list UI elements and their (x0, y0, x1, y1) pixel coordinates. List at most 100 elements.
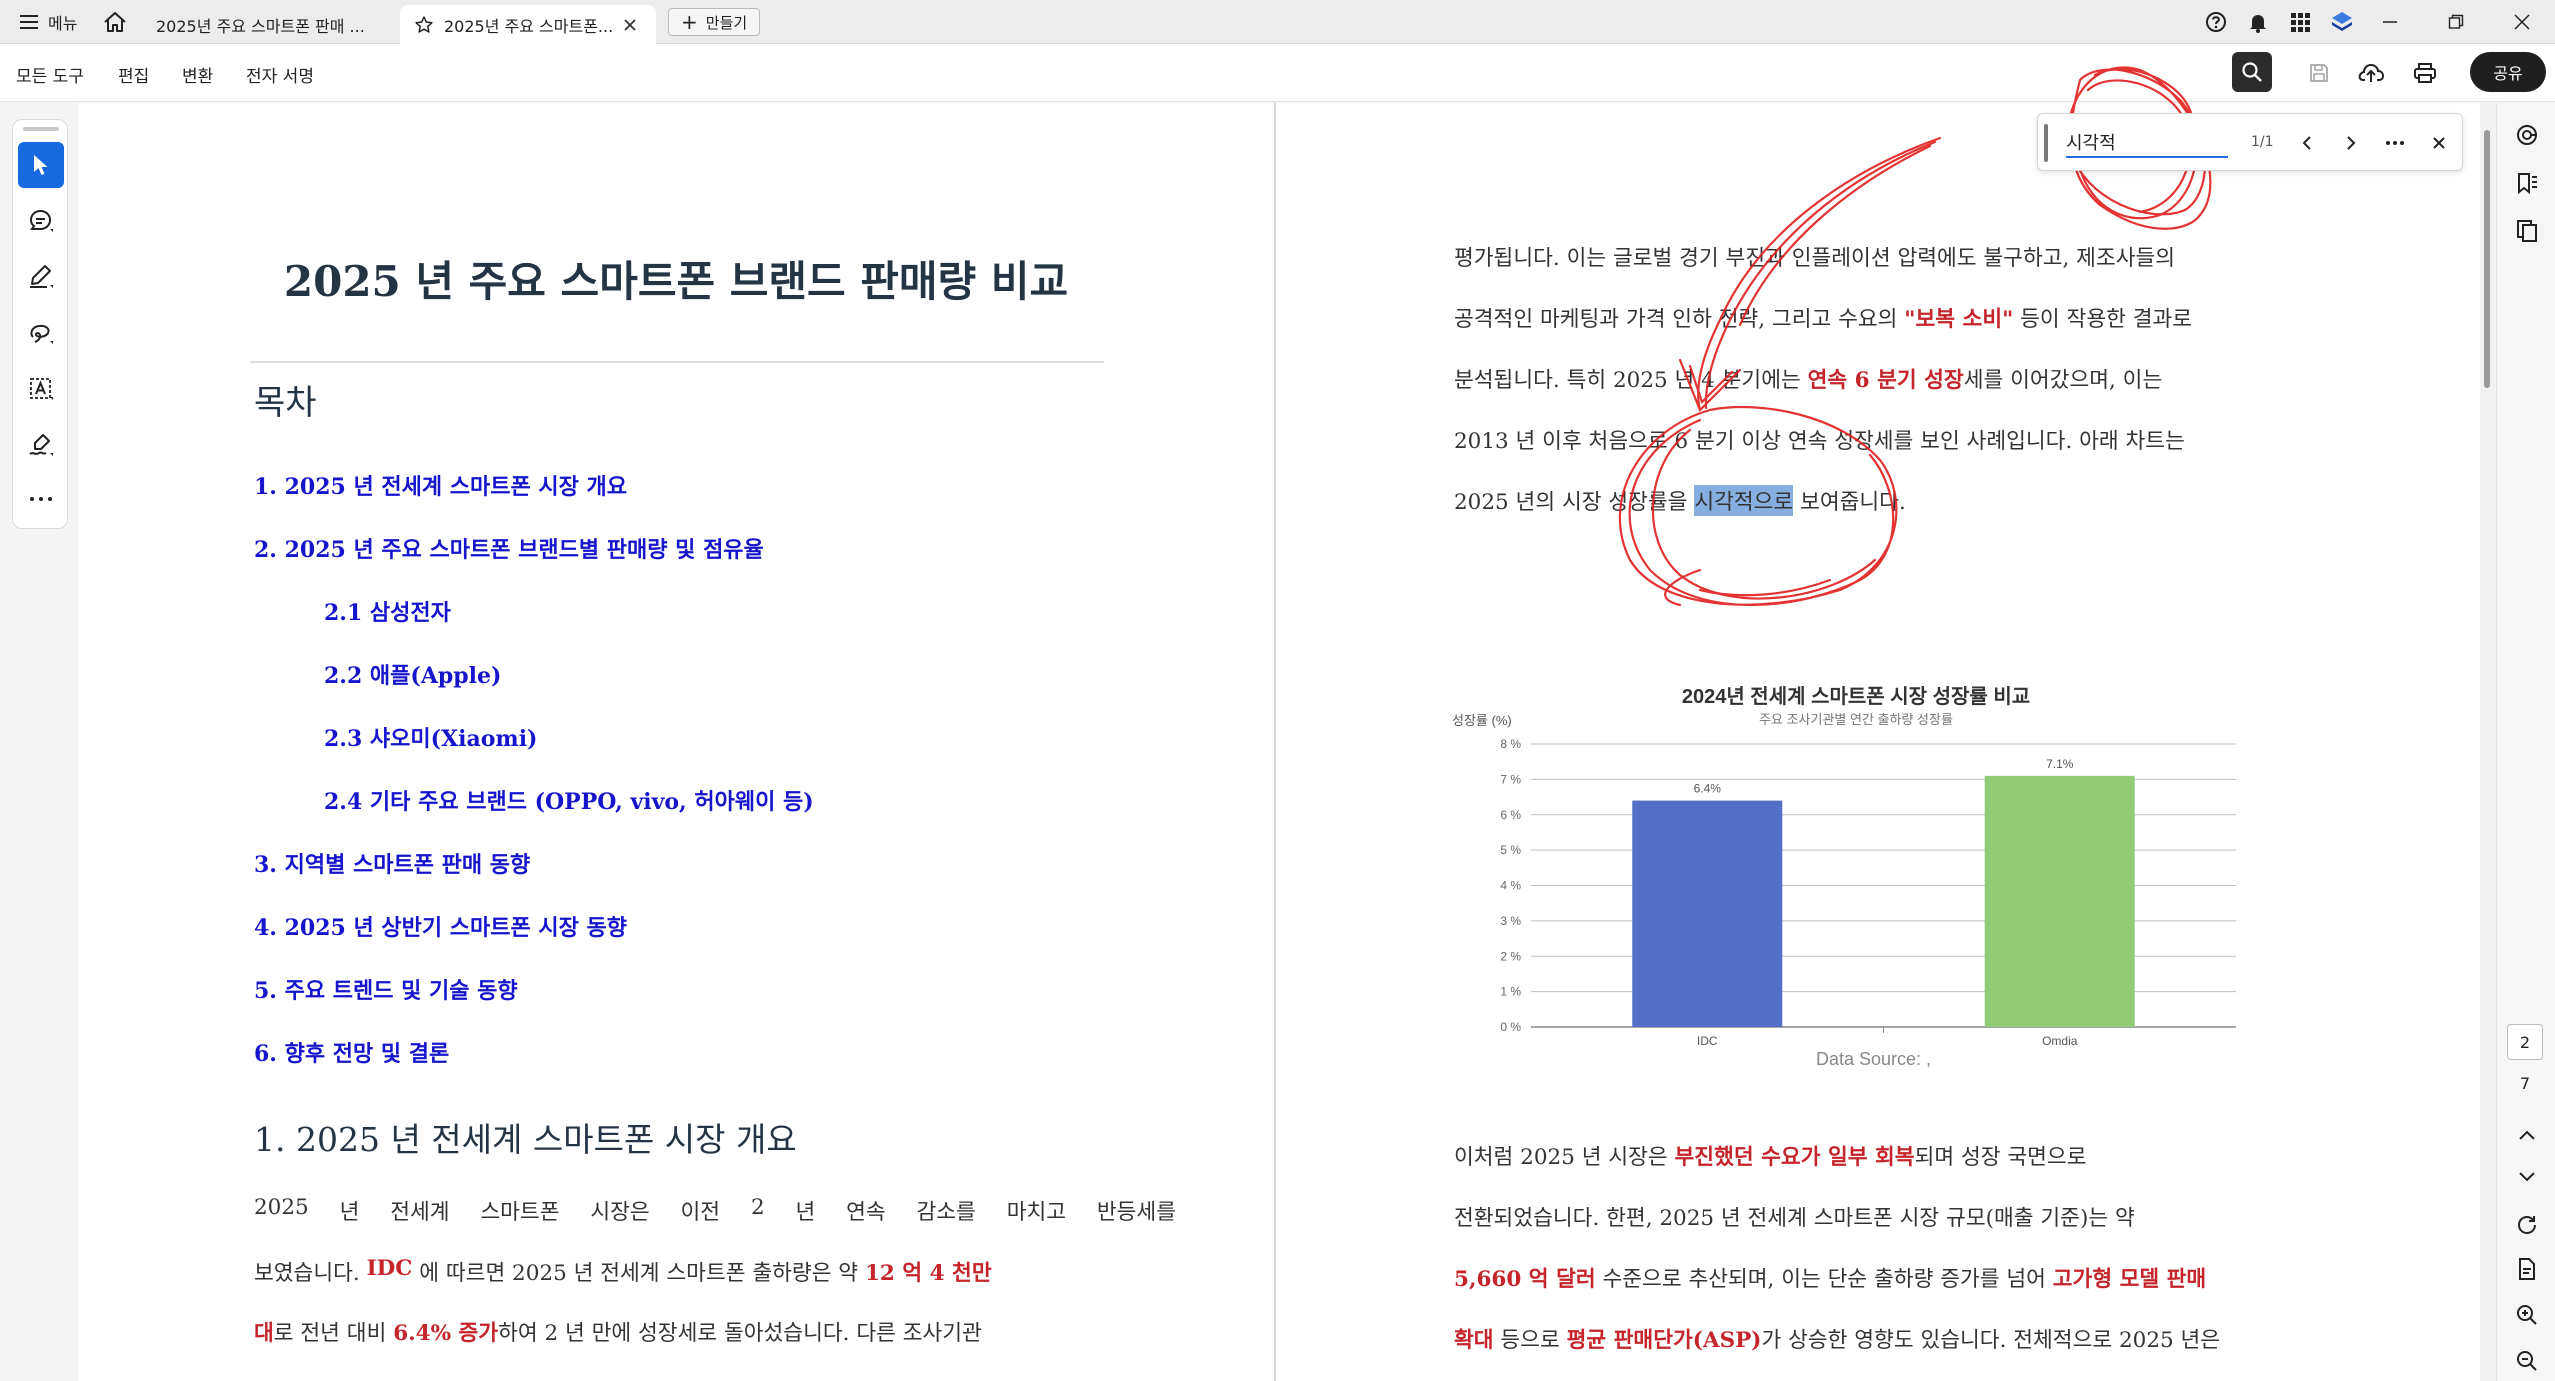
toolbar-edit[interactable]: 편집 (118, 62, 149, 87)
word: 전세계 (390, 1200, 450, 1225)
pdf-page-left: 2025 년 주요 스마트폰 브랜드 판매량 비교 목차 1. 2025 년 전… (78, 103, 1274, 1381)
zoom-in-icon[interactable] (2511, 1299, 2543, 1331)
y-tick-label: 5 % (1500, 843, 1521, 857)
paragraph-line: 대로 전년 대비 6.4% 증가 하여 2 년 만에 성장세로 돌아섰습니다. 다… (254, 1316, 1176, 1347)
apps-grid-icon[interactable] (2284, 8, 2316, 36)
paragraph-line: 확대 등으로 평균 판매단가(ASP) 가 상승한 영향도 있습니다. 전체적으로… (1454, 1323, 2300, 1354)
star-icon[interactable] (414, 15, 434, 35)
chart-ylabel: 성장률 (%) (1452, 713, 1512, 728)
help-icon[interactable] (2200, 8, 2232, 36)
chevron-up-icon[interactable] (2511, 1119, 2543, 1151)
find-next-button[interactable] (2336, 128, 2366, 158)
toolbar-convert[interactable]: 변환 (182, 62, 213, 87)
create-button[interactable]: + 만들기 (668, 8, 761, 36)
find-previous-button[interactable] (2292, 128, 2322, 158)
emphasis-text: 부진했던 수요가 일부 회복 (1674, 1145, 1915, 1170)
search-button[interactable] (2232, 52, 2272, 92)
toc-link[interactable]: 3. 지역별 스마트폰 판매 동향 (254, 847, 530, 879)
rotate-icon[interactable] (2511, 1209, 2543, 1241)
text-run: 세를 이어갔으며, 이는 (1963, 368, 2163, 393)
word: 이전 (680, 1200, 721, 1225)
toolbar-all-tools[interactable]: 모든 도구 (16, 62, 84, 87)
section-heading: 1. 2025 년 전세계 스마트폰 시장 개요 (254, 1120, 797, 1159)
sign-tool[interactable] (18, 422, 64, 468)
current-page-input[interactable]: 2 (2507, 1024, 2543, 1060)
text-run: 하여 2 년 만에 성장세로 돌아섰습니다. 다른 조사기관 (498, 1321, 982, 1346)
toc-link[interactable]: 4. 2025 년 상반기 스마트폰 시장 동향 (254, 910, 627, 942)
y-tick-label: 0 % (1500, 1020, 1521, 1034)
emphasis-text: 고가형 모델 판매 (2052, 1267, 2207, 1292)
chevron-down-icon[interactable] (2511, 1161, 2543, 1193)
word: 2 (750, 1195, 765, 1220)
drag-handle[interactable] (23, 127, 59, 131)
window-controls (2357, 0, 2555, 44)
total-pages: 7 (2519, 1074, 2531, 1093)
bookmark-list-icon[interactable] (2511, 167, 2543, 199)
comment-tool[interactable] (18, 198, 64, 244)
toc-link[interactable]: 1. 2025 년 전세계 스마트폰 시장 개요 (254, 469, 627, 501)
page-thumbnails-icon[interactable] (2511, 215, 2543, 247)
zoom-out-icon[interactable] (2511, 1345, 2543, 1377)
save-icon[interactable] (2302, 56, 2336, 90)
data-source-caption: Data Source: , (1816, 1049, 1932, 1069)
tab-label: 2025년 주요 스마트폰 판매 ... (156, 16, 365, 36)
cloud-upload-icon[interactable] (2354, 56, 2388, 90)
tab-document-1[interactable]: 2025년 주요 스마트폰 판매 ... (140, 5, 398, 44)
chart-title: 2024년 전세계 스마트폰 시장 성장률 비교 (1682, 685, 2030, 708)
scrollbar-thumb[interactable] (2484, 130, 2490, 388)
print-icon[interactable] (2408, 56, 2442, 90)
close-icon[interactable] (620, 15, 640, 35)
find-options-button[interactable] (2380, 128, 2410, 158)
bell-icon[interactable] (2242, 8, 2274, 36)
toc-link[interactable]: 2.2 애플(Apple) (324, 658, 501, 690)
home-icon (104, 12, 126, 32)
find-close-button[interactable] (2424, 128, 2454, 158)
text-run: 2025 년의 시장 성장률을 (1454, 490, 1688, 515)
text-run: 분석됩니다. 특히 2025 년 4 분기에는 (1454, 368, 1801, 393)
top-icons (2200, 8, 2358, 36)
toc-link[interactable]: 2. 2025 년 주요 스마트폰 브랜드별 판매량 및 점유율 (254, 532, 764, 564)
toc-link[interactable]: 2.4 기타 주요 브랜드 (OPPO, vivo, 허아웨이 등) (324, 784, 814, 816)
cursor-arrow-icon (34, 155, 48, 175)
toc-link[interactable]: 6. 향후 전망 및 결론 (254, 1036, 449, 1068)
ai-assistant-icon[interactable] (2326, 8, 2358, 36)
left-tool-panel (0, 103, 76, 1381)
toc-link[interactable]: 5. 주요 트렌드 및 기술 동향 (254, 973, 518, 1005)
y-tick-label: 2 % (1500, 949, 1521, 963)
highlight-tool[interactable] (18, 254, 64, 300)
close-window-icon[interactable] (2489, 0, 2555, 44)
share-button[interactable]: 공유 (2470, 52, 2546, 92)
signature-pen-icon (29, 434, 53, 456)
search-highlight: 시각적으로 (1694, 485, 1794, 516)
select-tool[interactable] (18, 142, 64, 188)
minimize-icon[interactable] (2357, 0, 2423, 44)
text-run: 로 전년 대비 (273, 1321, 387, 1346)
toolbar-e-sign[interactable]: 전자 서명 (246, 62, 314, 87)
paragraph-line: 분석됩니다. 특히 2025 년 4 분기에는 연속 6 분기 성장 세를 이어갔… (1454, 363, 2300, 394)
paragraph-line: 이처럼 2025 년 시장은 부진했던 수요가 일부 회복 되며 성장 국면으로 (1454, 1140, 2300, 1171)
restore-icon[interactable] (2423, 0, 2489, 44)
y-tick-label: 7 % (1500, 772, 1521, 786)
more-tools-button[interactable] (18, 476, 64, 522)
menu-button[interactable]: 메뉴 (12, 8, 85, 36)
tab-document-2[interactable]: 2025년 주요 스마트폰... (400, 5, 656, 44)
toc-link[interactable]: 2.3 샤오미(Xiaomi) (324, 721, 537, 753)
toc-link[interactable]: 2.1 삼성전자 (324, 595, 451, 627)
find-input[interactable] (2066, 128, 2228, 158)
text-box-tool[interactable] (18, 366, 64, 412)
y-tick-label: 3 % (1500, 914, 1521, 928)
word: 스마트폰 (480, 1200, 560, 1225)
plus-icon: + (681, 10, 698, 34)
emphasis-text: 연속 6 분기 성장 (1807, 368, 1964, 393)
home-button[interactable] (98, 7, 132, 37)
word: 감소를 (916, 1200, 976, 1225)
text-run: 보였습니다. (254, 1261, 360, 1286)
ai-chat-icon[interactable] (2511, 119, 2543, 151)
pdf-page-right: 평가됩니다. 이는 글로벌 경기 부진과 인플레이션 압력에도 불구하고, 제조… (1276, 103, 2480, 1381)
page-settings-icon[interactable] (2511, 1253, 2543, 1285)
draw-tool[interactable] (18, 310, 64, 356)
comment-icon (29, 209, 53, 232)
text-run: 평가됩니다. 이는 글로벌 경기 부진과 인플레이션 압력에도 불구하고, 제조… (1454, 246, 2176, 271)
chart-bar (1632, 800, 1783, 1027)
y-tick-label: 4 % (1500, 879, 1521, 893)
